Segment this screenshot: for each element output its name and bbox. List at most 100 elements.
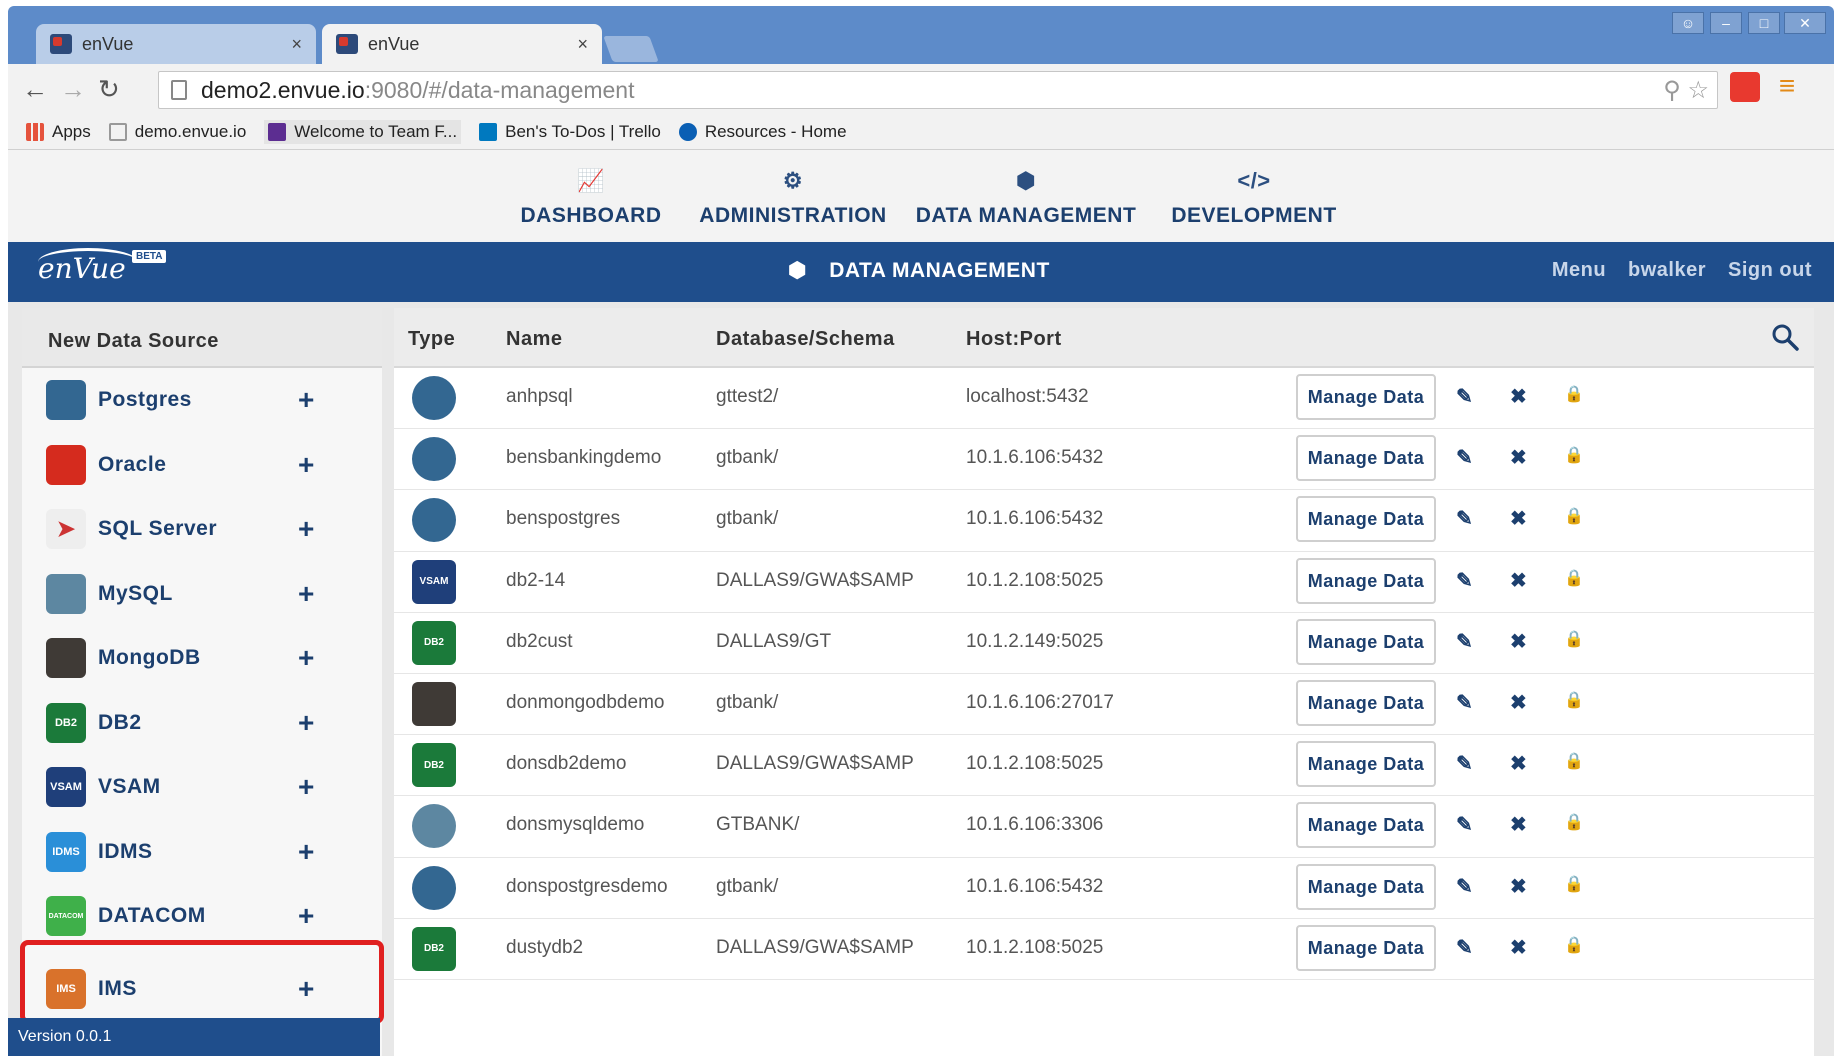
manage-data-button[interactable]: Manage Data	[1296, 741, 1436, 788]
lock-icon[interactable]: 🔒	[1564, 629, 1584, 649]
lock-icon[interactable]: 🔒	[1564, 812, 1584, 832]
manage-data-button[interactable]: Manage Data	[1296, 863, 1436, 910]
minimize-icon[interactable]: –	[1710, 12, 1742, 34]
sidebar-item-datacom[interactable]: DATACOM DATACOM +	[22, 884, 382, 949]
add-data-source-button[interactable]: +	[298, 973, 314, 1005]
bookmark-resources[interactable]: Resources - Home	[678, 122, 847, 142]
add-data-source-button[interactable]: +	[298, 771, 314, 803]
add-data-source-button[interactable]: +	[298, 900, 314, 932]
manage-data-button[interactable]: Manage Data	[1296, 802, 1436, 849]
username-link[interactable]: bwalker	[1628, 259, 1706, 282]
forward-arrow-icon[interactable]: →	[60, 74, 86, 104]
search-icon[interactable]	[1770, 322, 1800, 352]
apps-grid-icon	[26, 122, 44, 141]
delete-icon[interactable]: ✖	[1510, 445, 1527, 470]
lock-icon[interactable]: 🔒	[1564, 935, 1584, 955]
delete-icon[interactable]: ✖	[1510, 690, 1527, 715]
lock-icon[interactable]: 🔒	[1564, 690, 1584, 710]
back-arrow-icon[interactable]: ←	[22, 74, 48, 104]
bookmark-team[interactable]: Welcome to Team F...	[264, 119, 462, 144]
browser-tab-active[interactable]: enVue ×	[322, 24, 602, 64]
add-data-source-button[interactable]: +	[298, 449, 314, 481]
delete-icon[interactable]: ✖	[1510, 568, 1527, 593]
cell-schema: gtbank/	[716, 508, 779, 530]
browser-tab[interactable]: enVue ×	[36, 24, 316, 64]
sidebar-item-mysql[interactable]: MySQL +	[22, 562, 382, 627]
tab-close-icon[interactable]: ×	[577, 34, 588, 55]
restore-icon[interactable]: □	[1748, 12, 1780, 34]
edit-icon[interactable]: ✎	[1456, 751, 1473, 776]
sidebar-item-idms[interactable]: IDMS IDMS +	[22, 820, 382, 885]
lock-icon[interactable]: 🔒	[1564, 445, 1584, 465]
manage-data-button[interactable]: Manage Data	[1296, 618, 1436, 665]
edit-icon[interactable]: ✎	[1456, 384, 1473, 409]
delete-icon[interactable]: ✖	[1510, 384, 1527, 409]
edit-icon[interactable]: ✎	[1456, 812, 1473, 837]
column-header-schema[interactable]: Database/Schema	[716, 328, 895, 351]
sidebar-item-ims[interactable]: IMS IMS +	[22, 957, 382, 1022]
sidebar-item-mongodb[interactable]: MongoDB +	[22, 626, 382, 691]
column-header-host[interactable]: Host:Port	[966, 328, 1062, 351]
add-data-source-button[interactable]: +	[298, 836, 314, 868]
edit-icon[interactable]: ✎	[1456, 445, 1473, 470]
postgres-icon	[46, 380, 86, 421]
cell-name: donspostgresdemo	[506, 875, 668, 897]
zoom-star-icons[interactable]: ⚲ ☆	[1663, 76, 1709, 105]
user-profile-icon[interactable]: ☺	[1672, 12, 1704, 34]
sign-out-link[interactable]: Sign out	[1728, 259, 1812, 282]
lock-icon[interactable]: 🔒	[1564, 506, 1584, 526]
table-row: benspostgres gtbank/10.1.6.106:5432 Manage…	[394, 490, 1814, 552]
manage-data-button[interactable]: Manage Data	[1296, 374, 1436, 420]
envue-logo[interactable]: enVue	[38, 248, 138, 285]
delete-icon[interactable]: ✖	[1510, 935, 1527, 960]
lock-icon[interactable]: 🔒	[1564, 568, 1584, 588]
reload-icon[interactable]: ↻	[98, 74, 120, 104]
edit-icon[interactable]: ✎	[1456, 690, 1473, 715]
manage-data-button[interactable]: Manage Data	[1296, 435, 1436, 482]
address-bar[interactable]: demo2.envue.io :9080/#/data-management ⚲…	[158, 71, 1718, 109]
delete-icon[interactable]: ✖	[1510, 751, 1527, 776]
delete-icon[interactable]: ✖	[1510, 629, 1527, 654]
bookmark-demo[interactable]: demo.envue.io	[108, 122, 246, 142]
nav-administration[interactable]: ⚙ ADMINISTRATION	[688, 168, 898, 228]
sidebar-item-sql-server[interactable]: ➤ SQL Server +	[22, 497, 382, 562]
add-data-source-button[interactable]: +	[298, 578, 314, 610]
window-close-icon[interactable]: ✕	[1784, 12, 1826, 34]
column-header-name[interactable]: Name	[506, 328, 562, 351]
edit-icon[interactable]: ✎	[1456, 874, 1473, 899]
edit-icon[interactable]: ✎	[1456, 629, 1473, 654]
new-tab-button[interactable]	[603, 36, 659, 62]
manage-data-button[interactable]: Manage Data	[1296, 924, 1436, 971]
lock-icon[interactable]: 🔒	[1564, 384, 1584, 404]
delete-icon[interactable]: ✖	[1510, 874, 1527, 899]
manage-data-button[interactable]: Manage Data	[1296, 680, 1436, 726]
nav-development[interactable]: </> DEVELOPMENT	[1164, 168, 1344, 228]
lock-icon[interactable]: 🔒	[1564, 874, 1584, 894]
delete-icon[interactable]: ✖	[1510, 812, 1527, 837]
column-header-type[interactable]: Type	[408, 328, 455, 351]
add-data-source-button[interactable]: +	[298, 707, 314, 739]
nav-dashboard[interactable]: 📈 DASHBOARD	[516, 168, 666, 228]
lock-icon[interactable]: 🔒	[1564, 751, 1584, 771]
sidebar-item-db2[interactable]: DB2 DB2 +	[22, 691, 382, 756]
bookmark-apps[interactable]: Apps	[26, 122, 91, 142]
extension-icon[interactable]	[1730, 72, 1760, 102]
add-data-source-button[interactable]: +	[298, 384, 314, 416]
tab-close-icon[interactable]: ×	[291, 34, 302, 55]
chrome-menu-icon[interactable]: ≡	[1772, 72, 1802, 102]
menu-link[interactable]: Menu	[1552, 259, 1606, 282]
manage-data-button[interactable]: Manage Data	[1296, 557, 1436, 604]
delete-icon[interactable]: ✖	[1510, 506, 1527, 531]
manage-data-button[interactable]: Manage Data	[1296, 496, 1436, 543]
sidebar-item-postgres[interactable]: Postgres +	[22, 368, 382, 433]
edit-icon[interactable]: ✎	[1456, 568, 1473, 593]
add-data-source-button[interactable]: +	[298, 513, 314, 545]
edit-icon[interactable]: ✎	[1456, 506, 1473, 531]
tab-title: enVue	[368, 33, 420, 54]
nav-data-management[interactable]: ⬢ DATA MANAGEMENT	[914, 168, 1138, 228]
bookmark-trello[interactable]: Ben's To-Dos | Trello	[479, 122, 661, 142]
add-data-source-button[interactable]: +	[298, 642, 314, 674]
sidebar-item-oracle[interactable]: Oracle +	[22, 433, 382, 498]
sidebar-item-vsam[interactable]: VSAM VSAM +	[22, 755, 382, 820]
edit-icon[interactable]: ✎	[1456, 935, 1473, 960]
